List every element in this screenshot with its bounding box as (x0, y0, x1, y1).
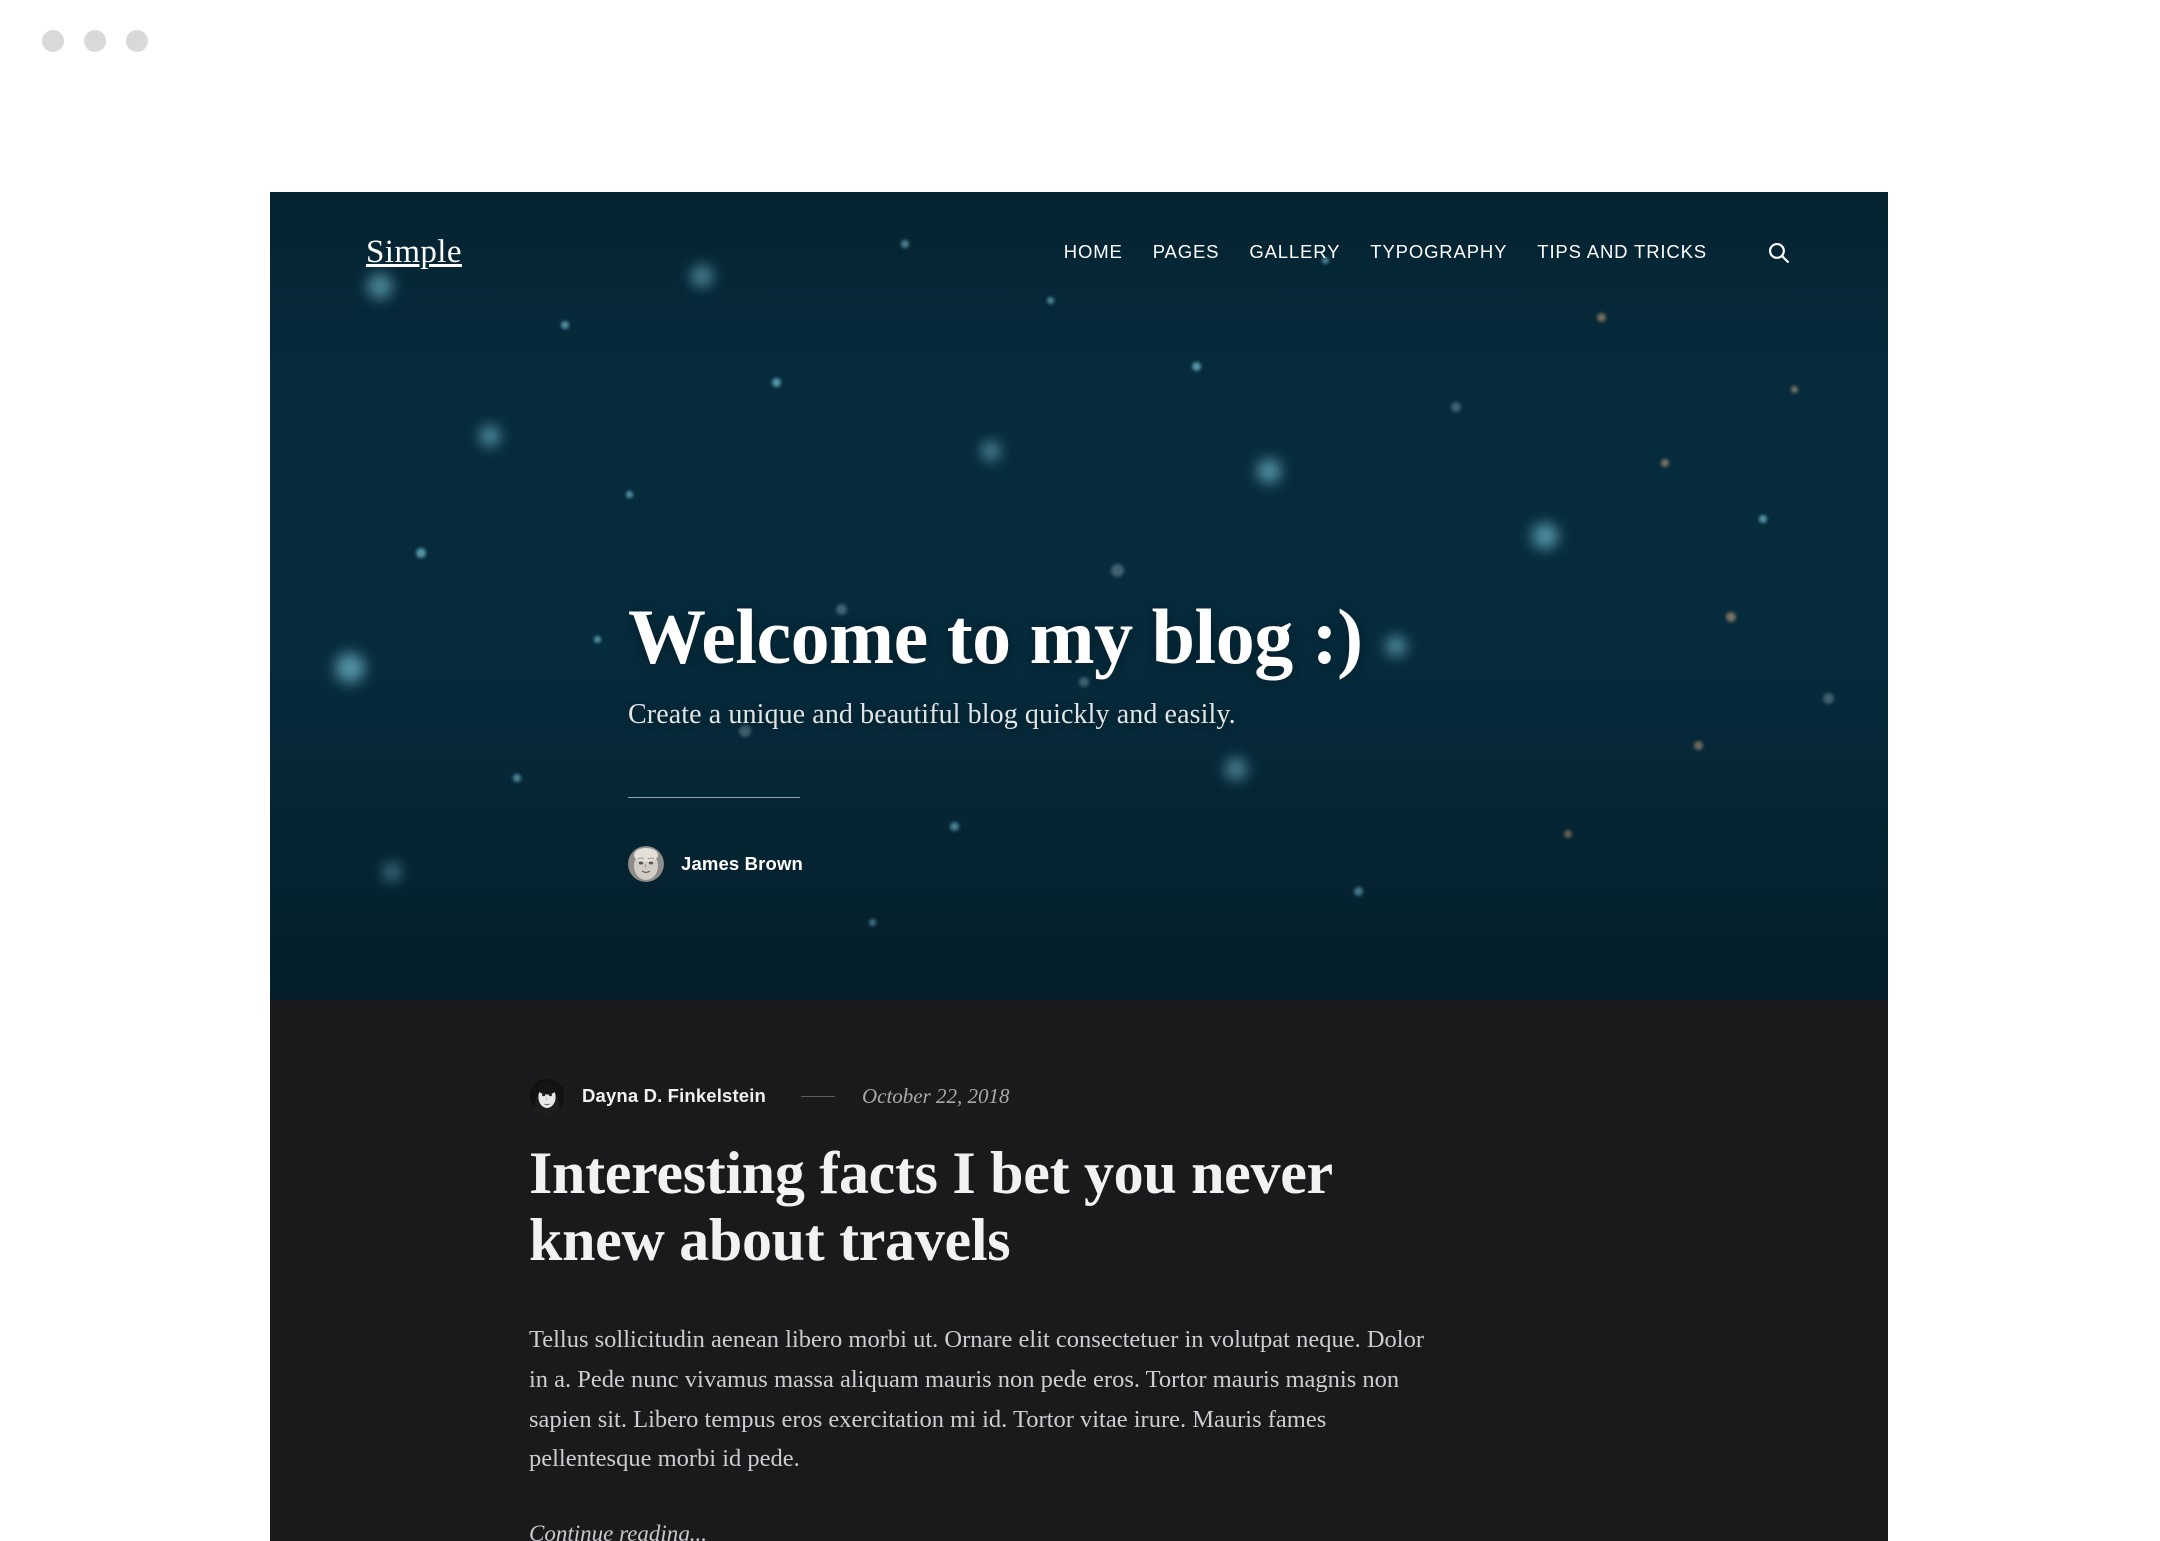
article-section: Dayna D. Finkelstein October 22, 2018 In… (270, 1000, 1888, 1541)
continue-reading-link[interactable]: Continue reading... (529, 1521, 707, 1541)
hero-title: Welcome to my blog :) (628, 593, 1363, 681)
window-close-dot[interactable] (42, 30, 64, 52)
post-excerpt: Tellus sollicitudin aenean libero morbi … (529, 1326, 1424, 1473)
avatar (628, 846, 664, 882)
post-card: Dayna D. Finkelstein October 22, 2018 In… (529, 1078, 1792, 1541)
search-icon[interactable] (1764, 238, 1792, 266)
avatar-woman-icon (529, 1078, 565, 1114)
meta-separator (800, 1095, 835, 1097)
hero-author-name: James Brown (681, 853, 803, 874)
hero-subtitle: Create a unique and beautiful blog quick… (628, 699, 1236, 730)
window-minimize-dot[interactable] (84, 30, 106, 52)
hero-byline: James Brown (628, 846, 1728, 882)
site-logo[interactable]: Simple (366, 234, 462, 271)
post-meta: Dayna D. Finkelstein October 22, 2018 (529, 1078, 1792, 1114)
nav-item-gallery[interactable]: GALLERY (1234, 241, 1355, 263)
nav-item-tips-and-tricks[interactable]: TIPS AND TRICKS (1522, 241, 1722, 263)
post-date: October 22, 2018 (861, 1083, 1010, 1108)
hero-section: Simple HOME PAGES GALLERY TYPOGRAPHY TIP… (270, 192, 1888, 1000)
browser-chrome (0, 0, 2160, 88)
nav-item-pages[interactable]: PAGES (1138, 241, 1235, 263)
hero-content: Welcome to my blog :) Create a unique an… (628, 597, 1728, 882)
site-header: Simple HOME PAGES GALLERY TYPOGRAPHY TIP… (270, 192, 1888, 312)
avatar (529, 1078, 565, 1114)
nav-item-home[interactable]: HOME (1049, 241, 1138, 263)
main-navigation: HOME PAGES GALLERY TYPOGRAPHY TIPS AND T… (1049, 238, 1792, 266)
hero-divider (628, 797, 800, 798)
post-title[interactable]: Interesting facts I bet you never knew a… (529, 1140, 1429, 1274)
nav-item-typography[interactable]: TYPOGRAPHY (1355, 241, 1522, 263)
avatar-older-man-icon (628, 846, 664, 882)
window-controls (42, 30, 148, 52)
site-viewport: Simple HOME PAGES GALLERY TYPOGRAPHY TIP… (270, 192, 1888, 1541)
post-author-name: Dayna D. Finkelstein (582, 1085, 766, 1106)
window-maximize-dot[interactable] (126, 30, 148, 52)
